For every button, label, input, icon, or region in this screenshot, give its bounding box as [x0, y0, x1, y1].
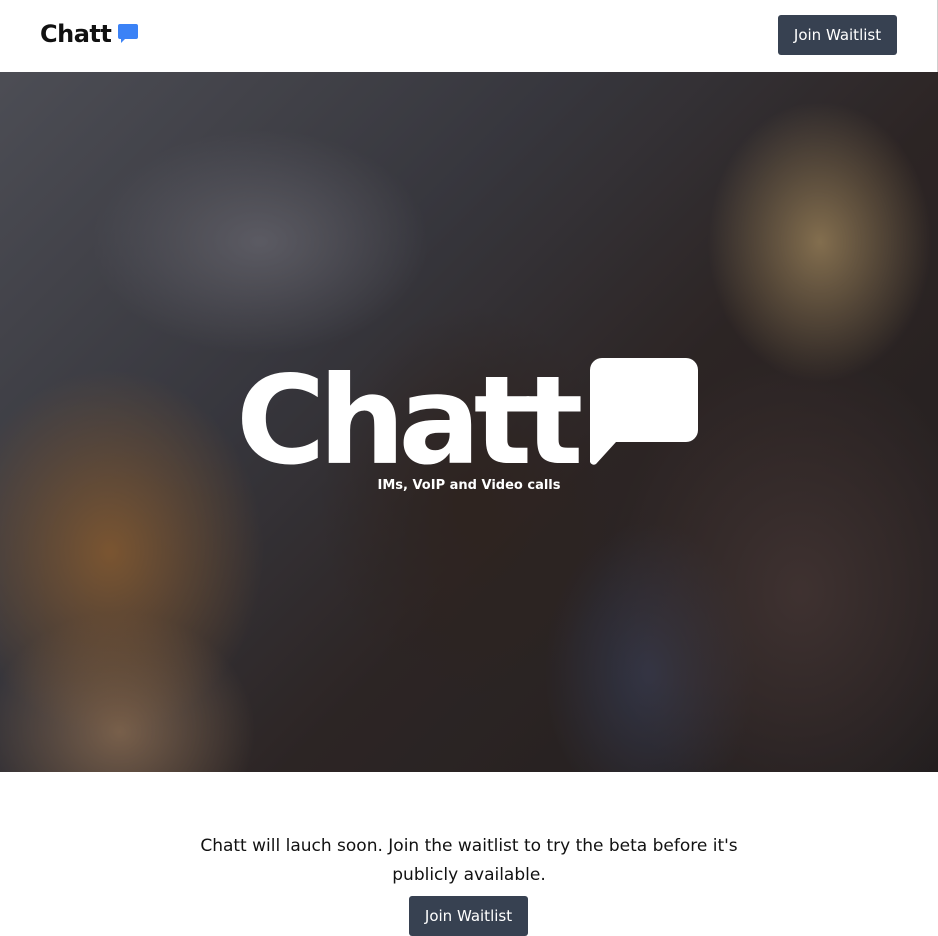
hero-title: Chatt — [236, 350, 583, 492]
brand-name: Chatt — [40, 20, 112, 48]
chat-bubble-icon — [118, 24, 139, 43]
chat-bubble-icon — [590, 358, 699, 465]
hero-subtitle: IMs, VoIP and Video calls — [377, 478, 561, 493]
waitlist-description: Chatt will lauch soon. Join the waitlist… — [200, 836, 738, 885]
join-waitlist-button[interactable]: Join Waitlist — [409, 896, 528, 936]
brand-logo-link[interactable]: Chatt — [40, 20, 139, 48]
header-join-waitlist-button[interactable]: Join Waitlist — [778, 15, 897, 55]
top-navbar: Chatt Join Waitlist — [0, 0, 938, 72]
hero-logo: Chatt — [236, 350, 699, 492]
hero-section: Chatt IMs, VoIP and Video calls — [0, 72, 938, 772]
